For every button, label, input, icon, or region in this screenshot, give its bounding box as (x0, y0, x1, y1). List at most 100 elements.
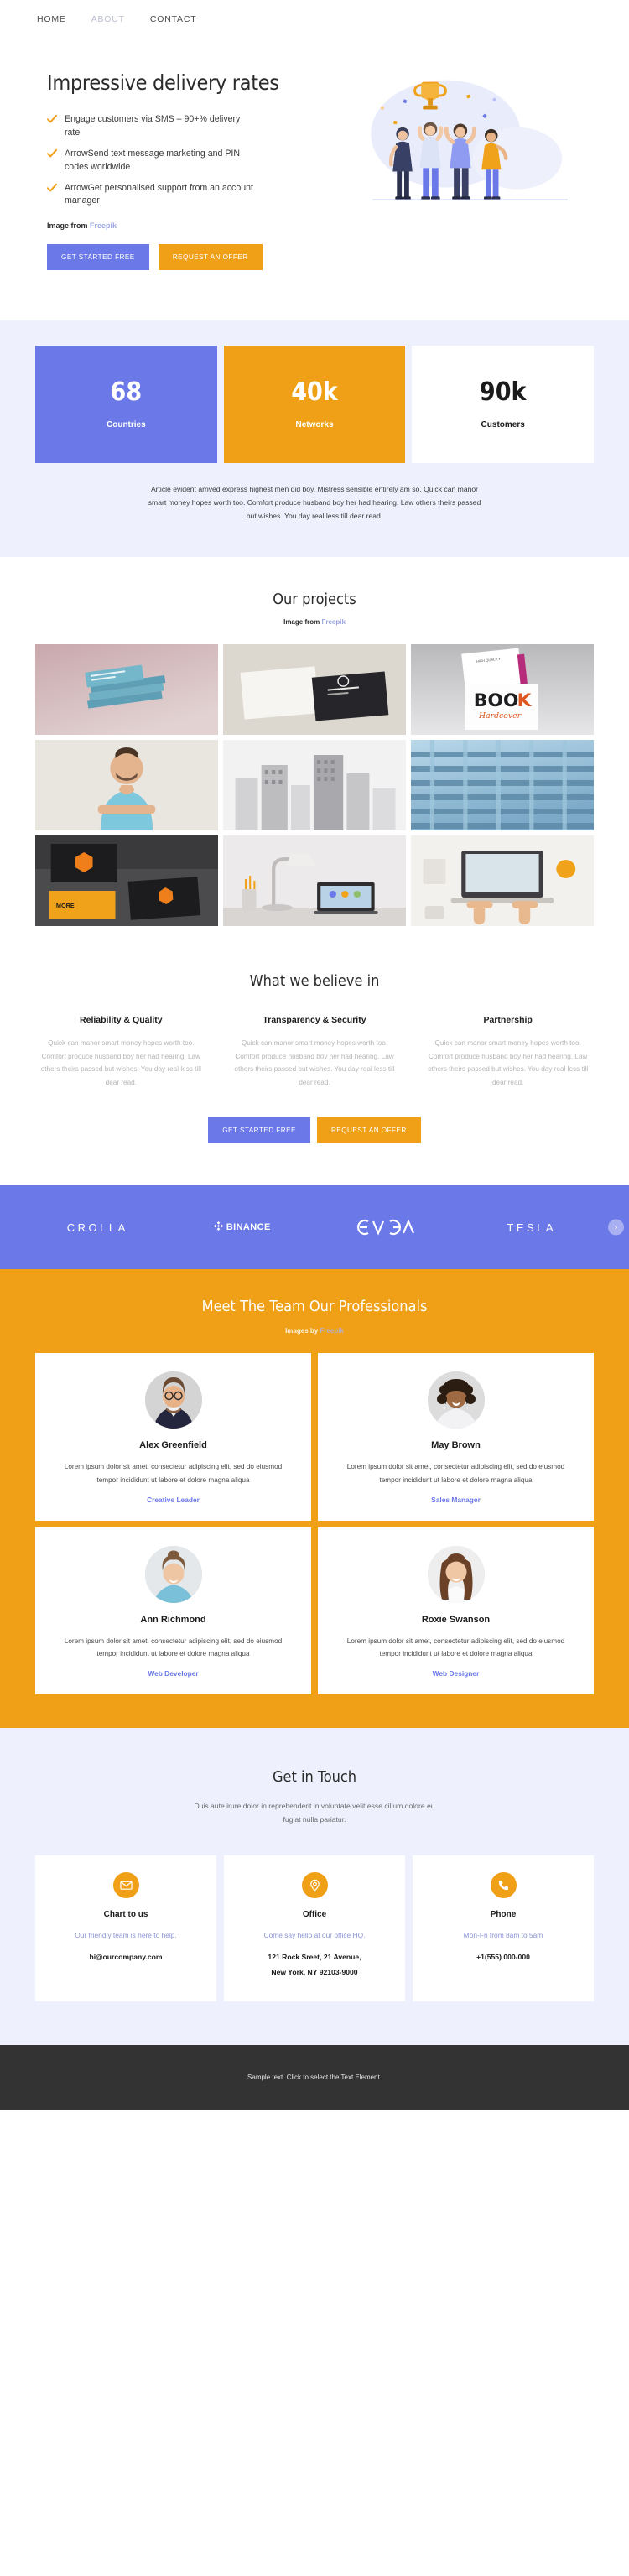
svg-text:K: K (517, 690, 533, 711)
credit-link[interactable]: Freepik (320, 1327, 343, 1335)
credit-prefix: Image from (47, 221, 91, 231)
team-member-name: May Brown (431, 1440, 481, 1451)
team-card[interactable]: Ann Richmond Lorem ipsum dolor sit amet,… (35, 1527, 311, 1695)
value-heading: Transparency & Security (263, 1015, 366, 1026)
stat-label: Networks (295, 419, 334, 429)
project-tile[interactable] (411, 740, 594, 831)
get-started-free-button[interactable]: GET STARTED FREE (47, 244, 149, 271)
nav-item-about[interactable]: ABOUT (91, 14, 125, 24)
hero-feature-item: ArrowGet personalised support from an ac… (47, 182, 257, 209)
contact-title: Get in Touch (272, 1768, 357, 1787)
avatar (144, 1545, 202, 1603)
contact-card-heading: Phone (490, 1909, 517, 1919)
project-tile[interactable]: MORE (35, 835, 218, 927)
check-icon (47, 183, 57, 193)
contact-card-value[interactable]: hi@ourcompany.com (47, 1949, 205, 1965)
contact-subtitle: Duis aute irure dolor in reprehenderit i… (194, 1802, 435, 1824)
value-text: Quick can manor smart money hopes worth … (40, 1039, 201, 1086)
stat-label: Customers (481, 419, 525, 429)
team-grid: Alex Greenfield Lorem ipsum dolor sit am… (0, 1353, 629, 1695)
contact-card-heading: Chart to us (103, 1909, 148, 1919)
footer-text[interactable]: Sample text. Click to select the Text El… (247, 2074, 382, 2081)
request-an-offer-button[interactable]: REQUEST AN OFFER (158, 244, 263, 271)
phone-icon (490, 1871, 517, 1898)
team-member-role: Web Developer (148, 1669, 199, 1678)
contact-card-note: Mon-Fri from 8am to 5am (463, 1930, 543, 1939)
team-member-bio: Lorem ipsum dolor sit amet, consectetur … (64, 1637, 283, 1657)
contact-card-note: Our friendly team is here to help. (75, 1930, 177, 1939)
project-tile[interactable]: HIGH QUALITY BOO K Hardcover (411, 644, 594, 736)
hero-title: Impressive delivery rates (47, 70, 279, 95)
contact-card-value[interactable]: +1(555) 000-000 (424, 1949, 582, 1965)
contact-card-heading: Office (302, 1909, 327, 1919)
projects-grid: HIGH QUALITY BOO K Hardcover MORE (0, 644, 629, 927)
stat-number: 40k (291, 377, 338, 407)
credit-link[interactable]: Freepik (321, 618, 345, 626)
get-started-free-button[interactable]: GET STARTED FREE (208, 1117, 310, 1144)
project-tile[interactable] (223, 835, 406, 927)
contact-card-value-line-2: New York, NY 92103-9000 (271, 1967, 358, 1976)
team-member-name: Alex Greenfield (139, 1440, 207, 1451)
project-tile[interactable] (223, 740, 406, 831)
hero-feature-text: Engage customers via SMS – 90+% delivery… (65, 114, 241, 138)
carousel-next-icon[interactable]: › (608, 1219, 624, 1236)
value-column: Partnership Quick can manor smart money … (420, 1015, 595, 1089)
team-card[interactable]: Roxie Swanson Lorem ipsum dolor sit amet… (318, 1527, 594, 1695)
team-member-role: Creative Leader (147, 1495, 200, 1504)
contact-card-note: Come say hello at our office HQ. (263, 1930, 366, 1939)
nav-item-contact[interactable]: CONTACT (150, 14, 197, 24)
value-column: Reliability & Quality Quick can manor sm… (34, 1015, 209, 1089)
nav-item-home[interactable]: HOME (37, 14, 66, 24)
hero-feature-text: ArrowGet personalised support from an ac… (65, 182, 253, 206)
stats-section: 68 Countries 40k Networks 90k Customers … (0, 320, 629, 558)
team-member-bio: Lorem ipsum dolor sit amet, consectetur … (346, 1463, 565, 1484)
svg-text:MORE: MORE (56, 903, 75, 909)
values-title: What we believe in (249, 972, 380, 991)
avatar (144, 1371, 202, 1429)
contact-card-phone[interactable]: Phone Mon-Fri from 8am to 5am +1(555) 00… (413, 1855, 594, 2001)
values-grid: Reliability & Quality Quick can manor sm… (0, 1015, 629, 1089)
hero-feature-item: ArrowSend text message marketing and PIN… (47, 148, 257, 174)
stat-card-countries: 68 Countries (35, 346, 217, 464)
values-section: What we believe in Reliability & Quality… (0, 926, 629, 1186)
value-column: Transparency & Security Quick can manor … (227, 1015, 403, 1089)
stat-card-customers: 90k Customers (412, 346, 595, 464)
team-card[interactable]: Alex Greenfield Lorem ipsum dolor sit am… (35, 1353, 311, 1521)
hero-feature-item: Engage customers via SMS – 90+% delivery… (47, 113, 257, 140)
avatar-image (427, 1371, 485, 1429)
brand-logo-crolla: CROLLA (66, 1220, 128, 1234)
project-tile[interactable] (223, 644, 406, 736)
contact-card-office[interactable]: Office Come say hello at our office HQ. … (224, 1855, 405, 2001)
request-an-offer-button[interactable]: REQUEST AN OFFER (316, 1117, 421, 1144)
value-heading: Reliability & Quality (80, 1015, 163, 1026)
celebration-illustration (371, 80, 568, 200)
value-text: Quick can manor smart money hopes worth … (428, 1039, 589, 1086)
contact-card-chat[interactable]: Chart to us Our friendly team is here to… (35, 1855, 216, 2001)
credit-prefix: Images by (285, 1327, 320, 1335)
binance-diamond-icon (213, 1221, 223, 1233)
team-card[interactable]: May Brown Lorem ipsum dolor sit amet, co… (318, 1353, 594, 1521)
hero-button-row: GET STARTED FREE REQUEST AN OFFER (47, 244, 324, 271)
contact-card-value: 121 Rock Sreet, 21 Avenue, (268, 1952, 361, 1961)
project-tile[interactable] (35, 740, 218, 831)
brand-logos-carousel: CROLLA BINANCE TESLA › (0, 1185, 629, 1270)
stat-label: Countries (107, 419, 146, 429)
svg-text:Hardcover: Hardcover (478, 711, 522, 721)
footer: Sample text. Click to select the Text El… (0, 2044, 629, 2110)
brand-logo-evga (314, 1218, 460, 1236)
team-member-name: Ann Richmond (140, 1614, 206, 1625)
credit-link[interactable]: Freepik (90, 221, 117, 230)
project-tile[interactable] (35, 644, 218, 736)
project-tile[interactable] (411, 835, 594, 927)
hero-illustration (324, 70, 592, 270)
envelope-icon (112, 1871, 139, 1898)
avatar-image (144, 1545, 202, 1603)
brand-logo-binance: BINANCE (170, 1221, 315, 1233)
team-member-role: Web Designer (432, 1669, 480, 1678)
brand-label: BINANCE (226, 1222, 271, 1233)
value-text: Quick can manor smart money hopes worth … (234, 1039, 395, 1086)
hero-feature-text: ArrowSend text message marketing and PIN… (65, 148, 241, 172)
stat-number: 68 (110, 377, 143, 407)
svg-text:BOO: BOO (474, 690, 519, 711)
projects-title: Our projects (273, 591, 356, 609)
